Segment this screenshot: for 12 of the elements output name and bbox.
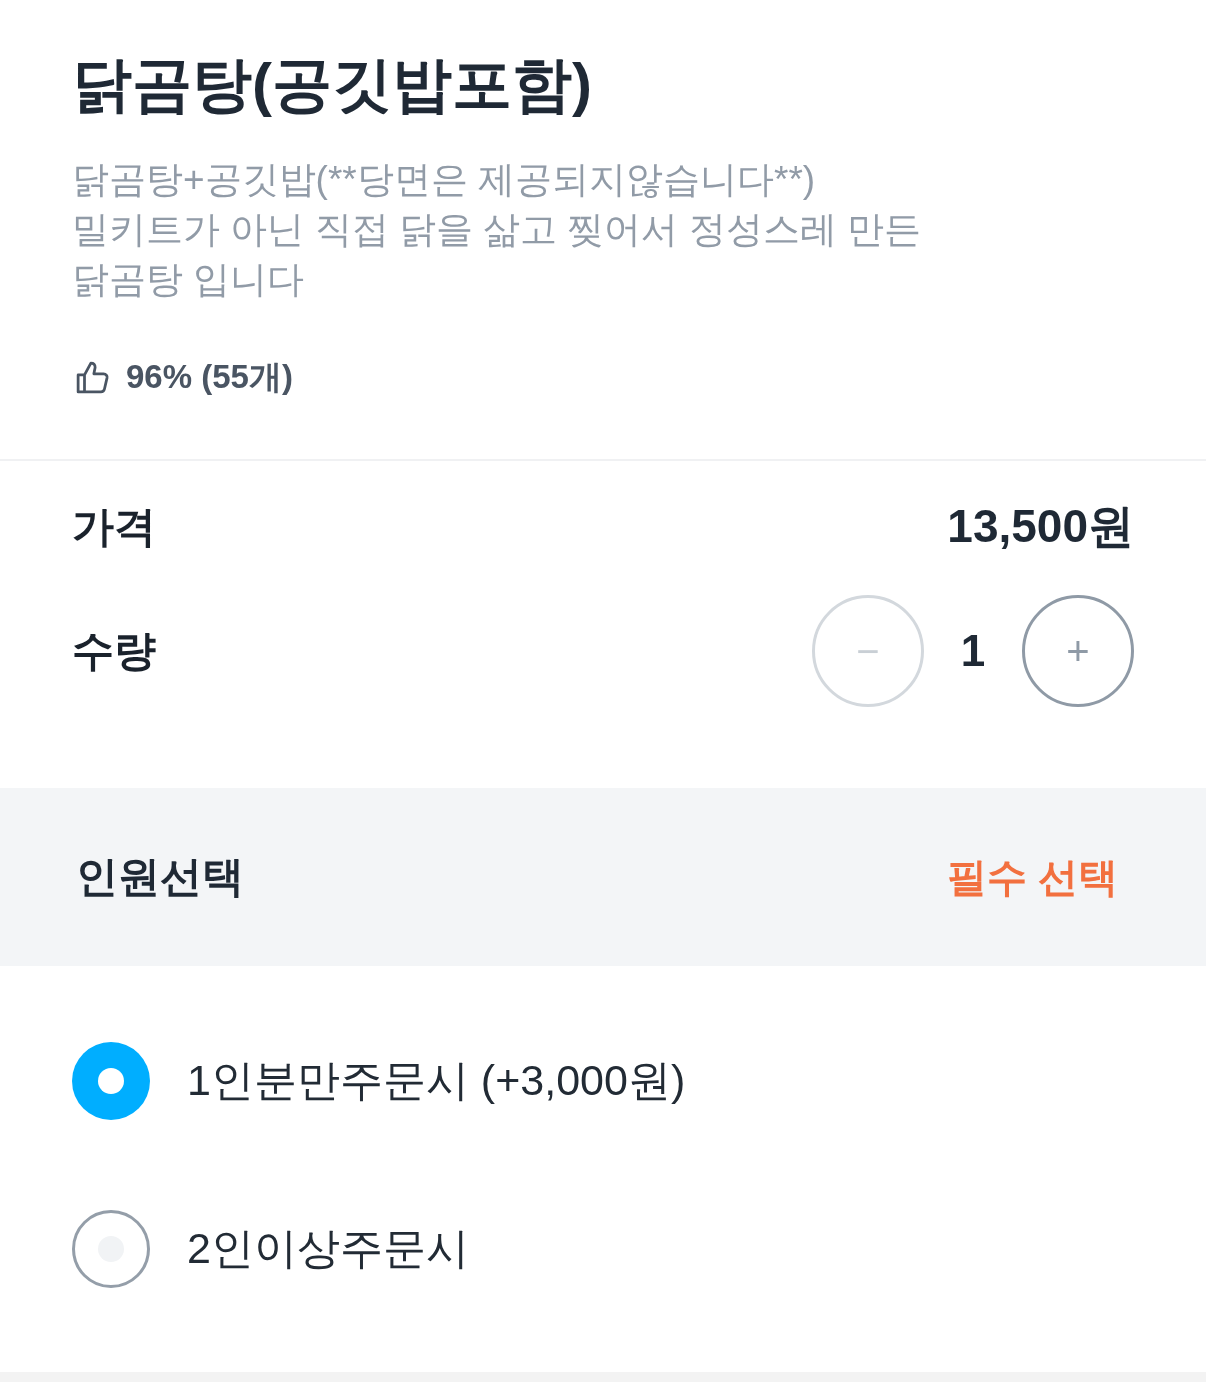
thumbs-up-icon [76,360,110,394]
section-title: 인원선택 [76,852,244,902]
radio-option[interactable]: 2인이상주문시 [72,1210,469,1288]
quantity-label: 수량 [72,626,156,676]
price-label: 가격 [72,502,156,552]
radio-option[interactable]: 1인분만주문시 (+3,000원) [72,1042,686,1120]
quantity-value: 1 [959,626,987,676]
product-description: 닭곰탕+공깃밥(**당면은 제공되지않습니다**) 밀키트가 아닌 직접 닭을 삶고 찢어서 정성스레 만든 닭곰탕 입니다 [72,158,921,302]
rating-text: 96% (55개) [126,357,293,397]
required-label: 필수 선택 [946,853,1118,901]
product-title: 닭곰탕(공깃밥포함) [72,50,592,120]
price-value: 13,500원 [947,499,1134,554]
